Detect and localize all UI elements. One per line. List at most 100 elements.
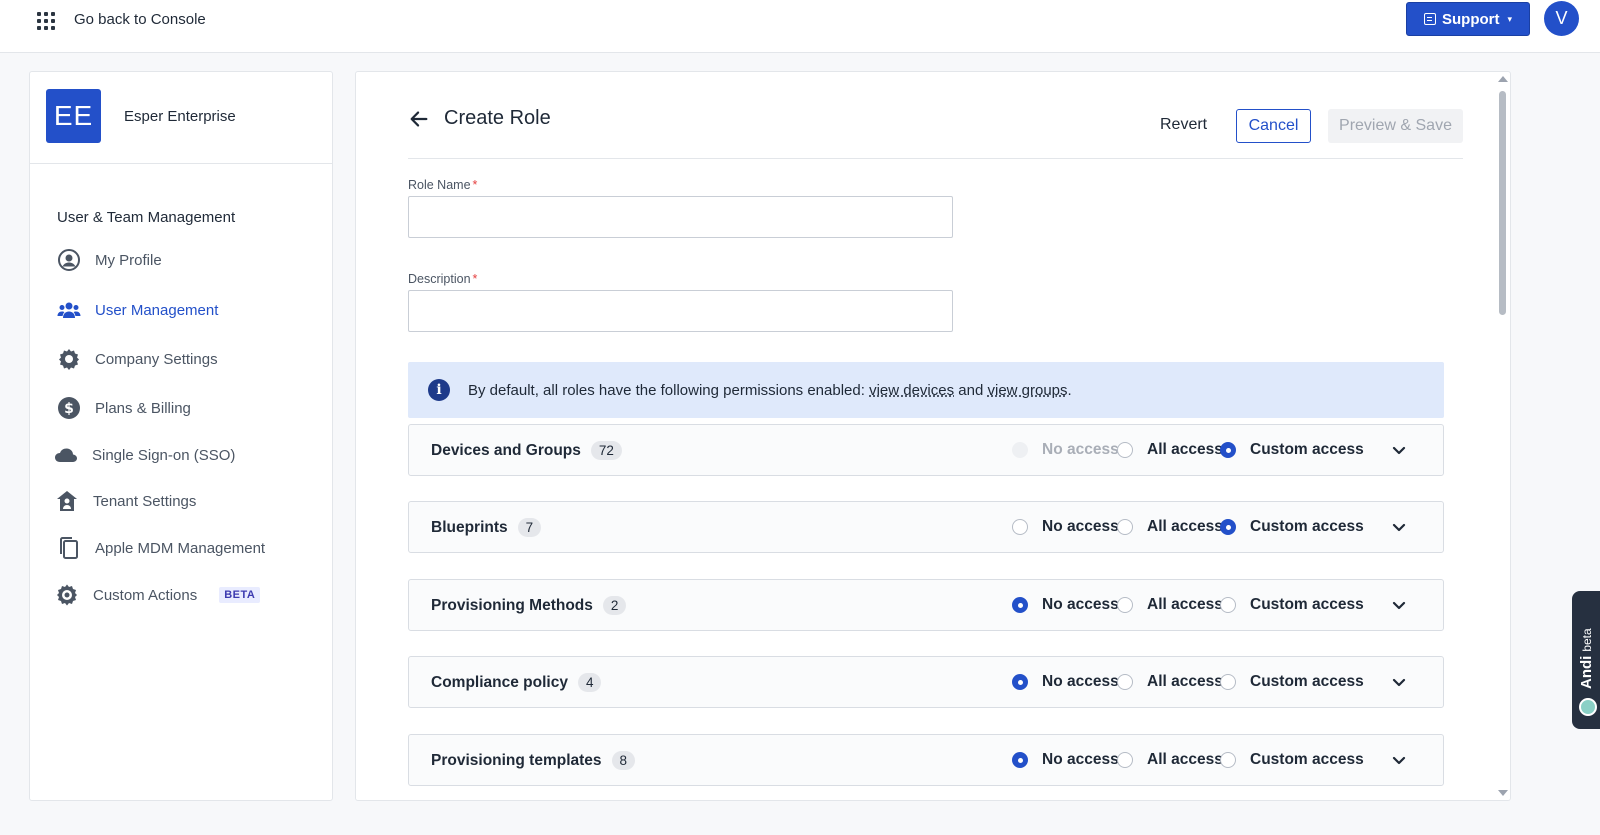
info-icon: i bbox=[428, 379, 450, 401]
sidebar-item-plans-billing[interactable]: $ Plans & Billing bbox=[57, 396, 191, 420]
description-input[interactable] bbox=[408, 290, 953, 332]
permission-row: Devices and Groups 72 No access All access C… bbox=[408, 424, 1444, 476]
radio-custom-access[interactable]: Custom access bbox=[1220, 596, 1364, 614]
andi-assistant-tab[interactable]: Andi beta bbox=[1572, 591, 1600, 729]
radio-label: Custom access bbox=[1250, 596, 1364, 613]
org-name: Esper Enterprise bbox=[124, 108, 236, 125]
sidebar-item-label: Single Sign-on (SSO) bbox=[92, 446, 236, 464]
permission-count-badge: 4 bbox=[577, 673, 602, 692]
radio-all-access[interactable]: All access bbox=[1117, 441, 1223, 459]
chevron-down-icon[interactable] bbox=[1391, 674, 1407, 690]
radio-label: Custom access bbox=[1250, 673, 1364, 690]
user-avatar[interactable]: V bbox=[1544, 1, 1579, 36]
page-header: Create Role bbox=[408, 107, 551, 130]
radio-custom-access[interactable]: Custom access bbox=[1220, 751, 1364, 769]
support-button[interactable]: Support ▾ bbox=[1406, 2, 1530, 36]
radio-none-access[interactable]: No access bbox=[1012, 673, 1119, 691]
permission-name: Provisioning templates 8 bbox=[431, 751, 636, 770]
radio-button[interactable] bbox=[1117, 442, 1133, 458]
radio-label: Custom access bbox=[1250, 751, 1364, 768]
dollar-icon: $ bbox=[58, 397, 80, 419]
radio-label: All access bbox=[1147, 596, 1223, 613]
info-text-prefix: By default, all roles have the following… bbox=[468, 381, 870, 399]
chevron-down-icon[interactable] bbox=[1391, 519, 1407, 535]
sidebar-item-my-profile[interactable]: My Profile bbox=[57, 248, 162, 272]
radio-none-access[interactable]: No access bbox=[1012, 596, 1119, 614]
permission-name-text: Provisioning templates bbox=[431, 751, 602, 769]
permission-name-text: Devices and Groups bbox=[431, 441, 581, 459]
sidebar-item-tenant-settings[interactable]: Tenant Settings bbox=[55, 489, 196, 513]
top-bar: Go back to Console Support ▾ V bbox=[0, 0, 1600, 53]
sidebar-item-apple-mdm[interactable]: Apple MDM Management bbox=[57, 536, 265, 560]
radio-all-access[interactable]: All access bbox=[1117, 673, 1223, 691]
radio-button[interactable] bbox=[1117, 752, 1133, 768]
radio-custom-access[interactable]: Custom access bbox=[1220, 518, 1364, 536]
radio-button[interactable] bbox=[1220, 597, 1236, 613]
description-label-text: Description bbox=[408, 272, 471, 286]
chevron-down-icon: ▾ bbox=[1507, 13, 1513, 24]
sidebar-item-custom-actions[interactable]: Custom Actions BETA bbox=[55, 583, 261, 607]
radio-button[interactable] bbox=[1012, 519, 1028, 535]
radio-button[interactable] bbox=[1117, 674, 1133, 690]
permission-name-text: Compliance policy bbox=[431, 673, 568, 691]
role-name-input[interactable] bbox=[408, 196, 953, 238]
radio-none-access: No access bbox=[1012, 441, 1119, 459]
radio-all-access[interactable]: All access bbox=[1117, 751, 1223, 769]
chevron-down-icon[interactable] bbox=[1391, 442, 1407, 458]
permission-name-text: Blueprints bbox=[431, 518, 508, 536]
radio-button[interactable] bbox=[1012, 752, 1028, 768]
permission-name: Provisioning Methods 2 bbox=[431, 596, 627, 615]
radio-button[interactable] bbox=[1220, 752, 1236, 768]
info-text: By default, all roles have the following… bbox=[468, 382, 1072, 399]
chevron-down-icon[interactable] bbox=[1391, 597, 1407, 613]
radio-all-access[interactable]: All access bbox=[1117, 518, 1223, 536]
permission-name: Compliance policy 4 bbox=[431, 673, 602, 692]
radio-label: No access bbox=[1042, 751, 1119, 768]
radio-label: No access bbox=[1042, 596, 1119, 613]
scroll-down-arrow[interactable] bbox=[1498, 790, 1508, 796]
support-label: Support bbox=[1441, 10, 1500, 28]
description-label: Description * bbox=[408, 272, 477, 286]
radio-button[interactable] bbox=[1117, 519, 1133, 535]
permission-name: Blueprints 7 bbox=[431, 518, 542, 537]
sidebar-item-label: Company Settings bbox=[95, 350, 218, 368]
radio-label: No access bbox=[1042, 441, 1119, 458]
permission-count-badge: 2 bbox=[602, 596, 627, 615]
copy-icon bbox=[60, 537, 78, 559]
role-name-label: Role Name * bbox=[408, 178, 477, 192]
scrollbar-thumb[interactable] bbox=[1499, 91, 1506, 315]
cancel-button[interactable]: Cancel bbox=[1236, 109, 1311, 143]
arrow-left-icon[interactable] bbox=[408, 108, 430, 130]
radio-label: Custom access bbox=[1250, 441, 1364, 458]
chevron-down-icon[interactable] bbox=[1391, 752, 1407, 768]
go-back-to-console-link[interactable]: Go back to Console bbox=[74, 11, 206, 28]
radio-none-access[interactable]: No access bbox=[1012, 518, 1119, 536]
scrollbar[interactable] bbox=[1497, 73, 1508, 799]
radio-none-access[interactable]: No access bbox=[1012, 751, 1119, 769]
permission-row: Provisioning Methods 2 No access All access… bbox=[408, 579, 1444, 631]
sidebar-item-company-settings[interactable]: Company Settings bbox=[57, 347, 218, 371]
radio-custom-access[interactable]: Custom access bbox=[1220, 441, 1364, 459]
scroll-up-arrow[interactable] bbox=[1498, 76, 1508, 82]
revert-button[interactable]: Revert bbox=[1160, 116, 1207, 134]
gear-badge-icon bbox=[57, 584, 77, 606]
radio-button[interactable] bbox=[1220, 674, 1236, 690]
sidebar-item-sso[interactable]: Single Sign-on (SSO) bbox=[54, 443, 235, 467]
permission-count-badge: 7 bbox=[517, 518, 542, 537]
preview-save-button[interactable]: Preview & Save bbox=[1328, 109, 1463, 143]
radio-button[interactable] bbox=[1220, 519, 1236, 535]
radio-label: All access bbox=[1147, 751, 1223, 768]
app-grid-icon[interactable] bbox=[37, 12, 55, 30]
radio-button[interactable] bbox=[1012, 674, 1028, 690]
required-marker: * bbox=[472, 272, 478, 286]
view-devices-link[interactable]: view devices bbox=[869, 382, 954, 399]
sidebar: EE Esper Enterprise User & Team Manageme… bbox=[29, 71, 333, 801]
radio-all-access[interactable]: All access bbox=[1117, 596, 1223, 614]
sidebar-item-user-management[interactable]: User Management bbox=[57, 298, 218, 322]
radio-button[interactable] bbox=[1220, 442, 1236, 458]
radio-button[interactable] bbox=[1117, 597, 1133, 613]
radio-custom-access[interactable]: Custom access bbox=[1220, 673, 1364, 691]
view-groups-link[interactable]: view groups bbox=[987, 382, 1067, 399]
radio-button[interactable] bbox=[1012, 597, 1028, 613]
andi-beta-badge: beta bbox=[1580, 628, 1594, 652]
